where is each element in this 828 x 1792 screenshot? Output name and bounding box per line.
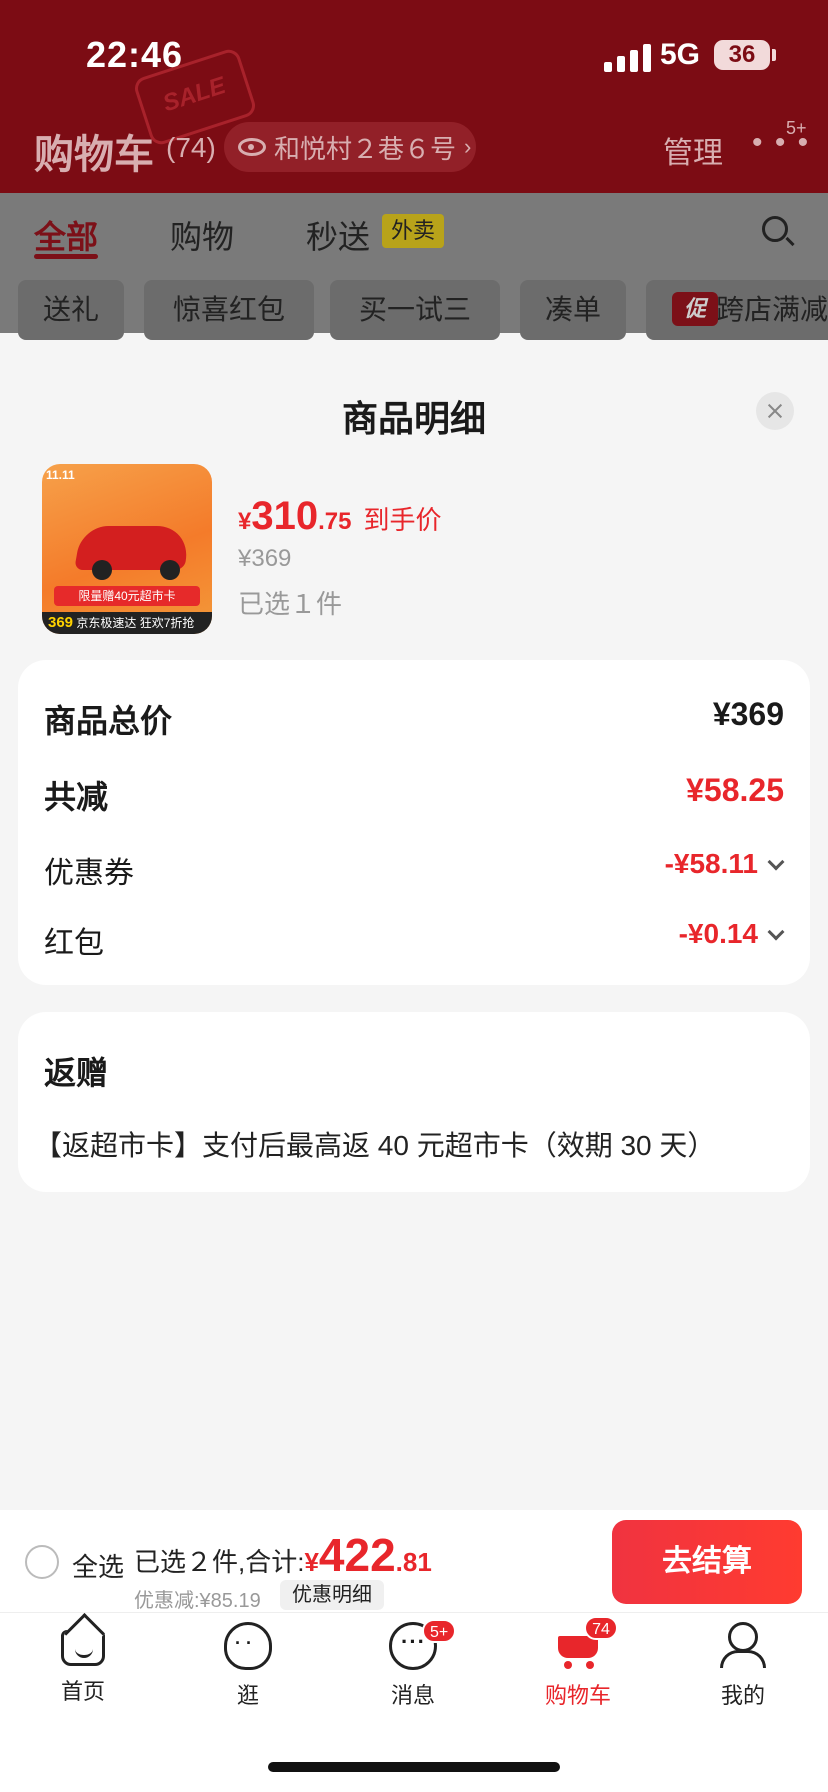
product-image-footer-text: 京东极速达 狂欢7折抢 bbox=[76, 616, 195, 630]
select-all-checkbox[interactable] bbox=[25, 1545, 59, 1579]
car-wheel bbox=[160, 560, 180, 580]
tab-fast-delivery[interactable]: 秒送 bbox=[306, 212, 370, 258]
tab-me[interactable]: 我的 bbox=[688, 1622, 798, 1710]
total-reduction-value: ¥58.25 bbox=[686, 772, 784, 808]
tab-all[interactable]: 全部 bbox=[34, 212, 98, 258]
manage-button[interactable]: 管理 bbox=[663, 128, 723, 172]
tab-cart-label: 购物车 bbox=[544, 1683, 611, 1708]
product-image-banner: 限量赠40元超市卡 bbox=[54, 586, 200, 606]
selected-count: 已选１件 bbox=[238, 589, 343, 619]
coupon-label: 优惠券 bbox=[44, 857, 134, 890]
cart-wheel bbox=[564, 1661, 572, 1669]
price-decimal: .75 bbox=[318, 508, 352, 535]
chevron-down-icon bbox=[767, 923, 785, 941]
page-title: 购物车 bbox=[34, 133, 154, 177]
chip-red-packet[interactable]: 惊喜红包 bbox=[144, 280, 314, 340]
address-selector[interactable]: 和悦村２巷６号 › bbox=[224, 122, 476, 172]
rebate-card bbox=[18, 1012, 810, 1192]
car-wheel bbox=[92, 560, 112, 580]
tab-home-label: 首页 bbox=[60, 1679, 105, 1704]
cart-badge: 74 bbox=[584, 1616, 618, 1640]
home-icon bbox=[61, 1630, 105, 1666]
coupon-value: -¥58.11 bbox=[664, 848, 758, 879]
battery-tip bbox=[772, 49, 776, 61]
sheet-title: 商品明细 bbox=[341, 398, 486, 439]
total-integer: 422 bbox=[318, 1529, 396, 1581]
total-decimal: .81 bbox=[395, 1547, 432, 1577]
total-price-value: ¥369 bbox=[712, 696, 784, 732]
status-bar: 22:46 5G 36 bbox=[0, 0, 828, 110]
network-label: 5G bbox=[660, 38, 701, 71]
cart-count: (74) bbox=[166, 132, 216, 163]
red-packet-row[interactable]: -¥0.14 bbox=[678, 918, 785, 950]
rebate-text: 【返超市卡】支付后最高返 40 元超市卡（效期 30 天） bbox=[34, 1130, 716, 1161]
browse-icon bbox=[224, 1622, 272, 1670]
close-icon[interactable] bbox=[756, 392, 794, 430]
home-indicator bbox=[268, 1762, 560, 1772]
more-badge: 5+ bbox=[786, 118, 807, 138]
tab-guang[interactable]: 逛 bbox=[193, 1622, 303, 1710]
signal-icon bbox=[604, 44, 651, 72]
total-reduction-label: 共减 bbox=[44, 779, 109, 815]
search-icon[interactable] bbox=[762, 216, 788, 242]
tab-guang-label: 逛 bbox=[236, 1683, 259, 1708]
profile-body bbox=[720, 1650, 766, 1668]
battery-icon: 36 bbox=[714, 40, 770, 70]
price-symbol: ¥ bbox=[238, 508, 252, 535]
tab-shop[interactable]: 购物 bbox=[170, 212, 234, 258]
chip-add-on[interactable]: 凑单 bbox=[520, 280, 626, 340]
price-label: 到手价 bbox=[363, 505, 442, 535]
final-price: ¥ 310 .75 到手价 bbox=[238, 494, 442, 539]
coupon-row[interactable]: -¥58.11 bbox=[664, 848, 785, 880]
summary-prefix: 已选２件,合计: bbox=[134, 1547, 305, 1577]
discount-detail-button[interactable]: 优惠明细 bbox=[280, 1580, 384, 1610]
address-text: 和悦村２巷６号 bbox=[274, 133, 457, 164]
tab-active-indicator bbox=[34, 254, 98, 259]
checkout-summary: 已选２件,合计: ¥ 422 .81 bbox=[134, 1528, 432, 1582]
tab-me-label: 我的 bbox=[720, 1683, 765, 1708]
checkout-button[interactable]: 去结算 bbox=[612, 1520, 802, 1604]
price-integer: 310 bbox=[251, 494, 319, 538]
tab-messages[interactable]: 5+ 消息 bbox=[358, 1619, 468, 1710]
product-image: 11.11 限量赠40元超市卡 369 京东极速达 狂欢7折抢 bbox=[42, 464, 212, 634]
red-packet-value: -¥0.14 bbox=[678, 918, 758, 949]
tab-cart[interactable]: 74 购物车 bbox=[523, 1616, 633, 1710]
chevron-right-icon: › bbox=[464, 134, 472, 159]
product-image-footer-price: 369 bbox=[48, 614, 74, 631]
promo-icon: 促 bbox=[672, 292, 718, 326]
cart-wheel bbox=[586, 1661, 594, 1669]
discount-amount: 优惠减:¥85.19 bbox=[134, 1590, 261, 1612]
original-price: ¥369 bbox=[238, 545, 292, 572]
cart-icon: 74 bbox=[554, 1616, 618, 1670]
waimai-badge: 外卖 bbox=[382, 214, 444, 248]
total-symbol: ¥ bbox=[304, 1547, 319, 1577]
red-packet-label: 红包 bbox=[44, 927, 104, 960]
tab-home[interactable]: 首页 bbox=[28, 1622, 138, 1706]
chip-gift[interactable]: 送礼 bbox=[18, 280, 124, 340]
product-image-footer: 369 京东极速达 狂欢7折抢 bbox=[42, 612, 212, 634]
chip-try[interactable]: 买一试三 bbox=[330, 280, 500, 340]
eye-icon bbox=[238, 138, 266, 156]
chevron-down-icon bbox=[767, 853, 785, 871]
profile-head bbox=[728, 1622, 758, 1652]
tab-messages-label: 消息 bbox=[390, 1683, 435, 1708]
messages-badge: 5+ bbox=[422, 1619, 457, 1643]
select-all-label[interactable]: 全选 bbox=[72, 1547, 124, 1584]
total-price-label: 商品总价 bbox=[44, 703, 173, 739]
product-image-tag: 11.11 bbox=[46, 468, 75, 482]
rebate-title: 返赠 bbox=[44, 1055, 109, 1091]
message-icon: 5+ bbox=[389, 1619, 457, 1670]
profile-icon bbox=[719, 1622, 767, 1670]
